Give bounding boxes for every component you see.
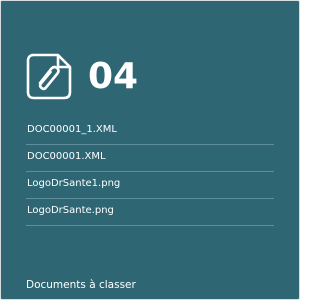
list-item[interactable]: LogoDrSante.png [26,199,274,226]
documents-to-classify-tile[interactable]: 04 DOC00001_1.XML DOC00001.XML LogoDrSan… [0,0,300,300]
tile-footer-label[interactable]: Documents à classer [26,278,136,292]
document-count: 04 [88,56,139,97]
paperclip-document-icon [26,53,74,101]
document-list: DOC00001_1.XML DOC00001.XML LogoDrSante1… [26,118,274,226]
tile-header: 04 [26,53,276,101]
list-item[interactable]: DOC00001_1.XML [26,118,274,145]
list-item[interactable]: LogoDrSante1.png [26,172,274,199]
list-item[interactable]: DOC00001.XML [26,145,274,172]
